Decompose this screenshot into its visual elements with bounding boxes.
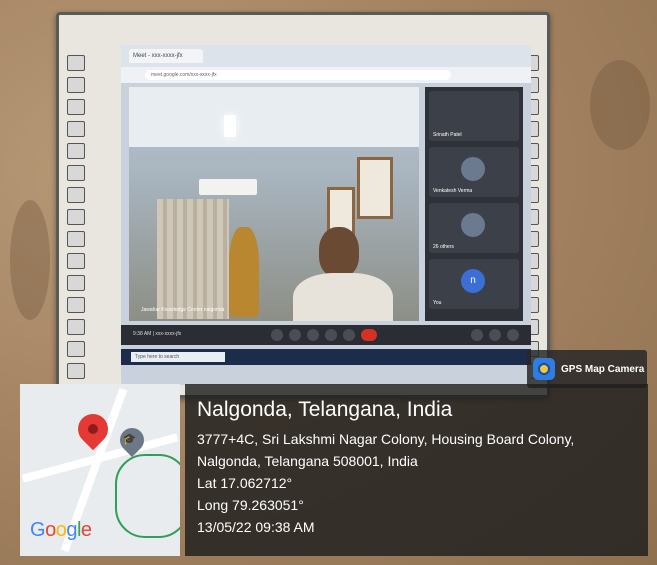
avatar [461,213,485,237]
board-tool-icon [67,275,85,291]
meeting-time-code: 9:38 AM | xxx-xxxx-jfx [133,331,182,337]
info-icon[interactable] [471,329,483,341]
camera-icon[interactable] [289,329,301,341]
projected-screen: Meet - xxx-xxxx-jfx meet.google.com/xxx-… [121,45,531,385]
participant-name: 26 others [433,244,454,250]
participant-tile[interactable]: Srinath Patel [429,91,519,141]
meeting-controls-bar: 9:38 AM | xxx-xxxx-jfx [121,325,531,345]
board-tool-icon [67,341,85,357]
air-conditioner [199,179,257,195]
address-bar: meet.google.com/xxx-xxxx-jfx [121,67,531,83]
mic-icon[interactable] [271,329,283,341]
gps-badge-label: GPS Map Camera [561,363,645,375]
latitude: Lat 17.062712° [197,475,293,491]
browser-tab[interactable]: Meet - xxx-xxxx-jfx [129,49,203,63]
board-tool-icon [67,297,85,313]
board-tool-icon [67,99,85,115]
curtain [157,199,229,319]
main-video-feed: Jawahar Knowledge Center nalgonda [129,87,419,321]
map-route [115,454,180,538]
board-tool-icon [67,363,85,379]
smart-board: Meet - xxx-xxxx-jfx meet.google.com/xxx-… [56,12,550,398]
board-tool-icon [67,77,85,93]
google-logo: Google [30,519,92,541]
board-tool-icon [67,209,85,225]
avatar [461,157,485,181]
board-tool-icon [67,187,85,203]
people-icon[interactable] [489,329,501,341]
board-tool-icon [67,231,85,247]
present-icon[interactable] [325,329,337,341]
address-line-2: Nalgonda, Telangana 508001, India [197,453,418,469]
location-info-box: Nalgonda, Telangana, India 3777+4C, Sri … [185,384,648,556]
main-participant-name: Jawahar Knowledge Center nalgonda [141,307,225,313]
wall-stain [590,60,650,150]
board-tool-icon [67,143,85,159]
board-tool-icon [67,253,85,269]
board-tool-icon [67,55,85,71]
speaker-body [293,273,393,321]
gps-map-camera-badge: GPS Map Camera [527,350,647,388]
avatar-initial: n [461,269,485,293]
photo: Meet - xxx-xxxx-jfx meet.google.com/xxx-… [0,0,657,565]
more-options-icon[interactable] [343,329,355,341]
end-call-button[interactable] [361,329,377,341]
map-pin-red-icon [71,407,115,451]
participant-name: Srinath Patel [433,132,462,138]
gps-camera-icon [533,358,555,380]
board-tool-icon [67,319,85,335]
board-tool-icon [67,121,85,137]
wall-certificate [357,157,393,219]
mini-map: Google [20,384,180,556]
speaker-head [319,227,359,277]
board-tool-icon [67,165,85,181]
timestamp: 13/05/22 09:38 AM [197,519,315,535]
participant-tile[interactable]: 26 others [429,203,519,253]
participant-name: You [433,300,442,306]
windows-taskbar: Type here to search [121,349,531,365]
location-title: Nalgonda, Telangana, India [197,398,453,421]
participant-tile[interactable]: n You [429,259,519,309]
chat-icon[interactable] [507,329,519,341]
board-toolbar-left [65,55,87,385]
longitude: Long 79.263051° [197,497,304,513]
captions-icon[interactable] [307,329,319,341]
url-field[interactable]: meet.google.com/xxx-xxxx-jfx [145,70,451,80]
participants-panel: Srinath Patel Venkatesh Verma 26 others … [425,87,523,321]
participant-tile[interactable]: Venkatesh Verma [429,147,519,197]
taskbar-search-input[interactable]: Type here to search [131,352,225,362]
wall-stain [10,200,50,320]
address-line-1: 3777+4C, Sri Lakshmi Nagar Colony, Housi… [197,431,575,447]
location-overlay: Google Nalgonda, Telangana, India 3777+4… [20,384,648,556]
browser-tab-bar: Meet - xxx-xxxx-jfx [121,45,531,67]
background-person [229,227,259,317]
ceiling [129,87,419,147]
participant-name: Venkatesh Verma [433,188,473,194]
ceiling-light [224,115,236,137]
speaker-person [287,227,397,321]
